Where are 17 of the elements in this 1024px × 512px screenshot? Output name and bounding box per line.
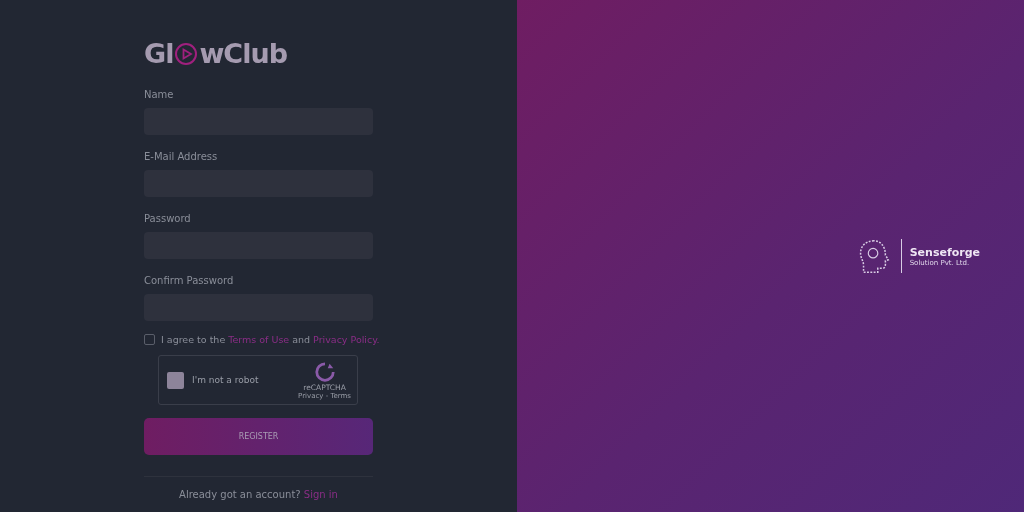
field-label: E-Mail Address xyxy=(144,151,218,162)
agree-text: I agree to the Terms of Use and Privacy Policy. xyxy=(161,334,380,345)
privacy-link[interactable]: Privacy Policy. xyxy=(313,334,380,345)
captcha-checkbox[interactable] xyxy=(167,371,184,389)
field-label: Confirm Password xyxy=(144,275,234,286)
field-label: Name xyxy=(144,89,174,100)
terms-link[interactable]: Terms of Use xyxy=(228,334,290,345)
recaptcha-icon xyxy=(313,360,336,383)
field-label: Password xyxy=(144,213,191,224)
logo: Gl wClub xyxy=(144,38,287,69)
signin-link[interactable]: Sign in xyxy=(303,489,338,500)
signin-text: Already got an account? Sign in xyxy=(179,489,338,500)
captcha-label: I'm not a robot xyxy=(192,375,260,385)
register-button[interactable]: REGISTER xyxy=(144,418,373,455)
company-name: Senseforge xyxy=(909,245,980,259)
play-circle-icon xyxy=(174,41,199,66)
checkbox[interactable] xyxy=(144,334,155,345)
